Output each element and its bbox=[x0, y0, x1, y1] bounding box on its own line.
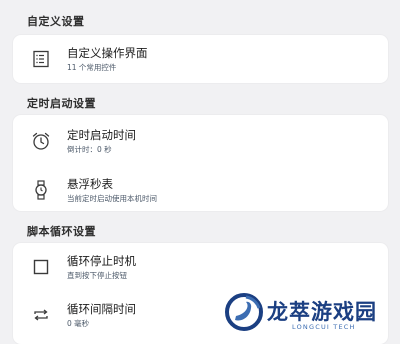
section-title-custom: 自定义设置 bbox=[27, 15, 85, 28]
alarm-clock-icon bbox=[30, 130, 52, 152]
loop-interval-sub: 0 毫秒 bbox=[67, 319, 90, 328]
timer-start-item[interactable]: 定时启动时间 倒计时：0 秒 bbox=[13, 121, 388, 161]
loop-interval-label: 循环间隔时间 bbox=[67, 302, 136, 316]
loop-interval-item[interactable]: 循环间隔时间 0 毫秒 bbox=[13, 295, 388, 335]
card-timer: 定时启动时间 倒计时：0 秒 悬浮秒表 当前定时启动使用本机时间 bbox=[13, 115, 388, 211]
floating-stopwatch-sub: 当前定时启动使用本机时间 bbox=[67, 194, 157, 203]
watch-icon bbox=[30, 179, 52, 201]
custom-ui-item[interactable]: 自定义操作界面 11 个常用控件 bbox=[13, 39, 388, 79]
custom-ui-sub: 11 个常用控件 bbox=[67, 63, 117, 72]
timer-start-label: 定时启动时间 bbox=[67, 128, 136, 142]
loop-stop-sub: 直到按下停止按钮 bbox=[67, 271, 127, 280]
section-title-timer: 定时启动设置 bbox=[27, 97, 96, 110]
panel-icon bbox=[30, 48, 52, 70]
custom-ui-label: 自定义操作界面 bbox=[67, 46, 148, 60]
repeat-icon bbox=[30, 304, 52, 326]
timer-start-sub: 倒计时：0 秒 bbox=[67, 145, 112, 154]
floating-stopwatch-item[interactable]: 悬浮秒表 当前定时启动使用本机时间 bbox=[13, 170, 388, 210]
square-icon bbox=[30, 256, 52, 278]
card-loop: 循环停止时机 直到按下停止按钮 循环间隔时间 0 毫秒 bbox=[13, 243, 388, 344]
floating-stopwatch-label: 悬浮秒表 bbox=[67, 177, 113, 191]
loop-stop-label: 循环停止时机 bbox=[67, 254, 136, 268]
loop-stop-item[interactable]: 循环停止时机 直到按下停止按钮 bbox=[13, 247, 388, 287]
section-title-loop: 脚本循环设置 bbox=[27, 225, 96, 238]
card-custom: 自定义操作界面 11 个常用控件 bbox=[13, 35, 388, 83]
